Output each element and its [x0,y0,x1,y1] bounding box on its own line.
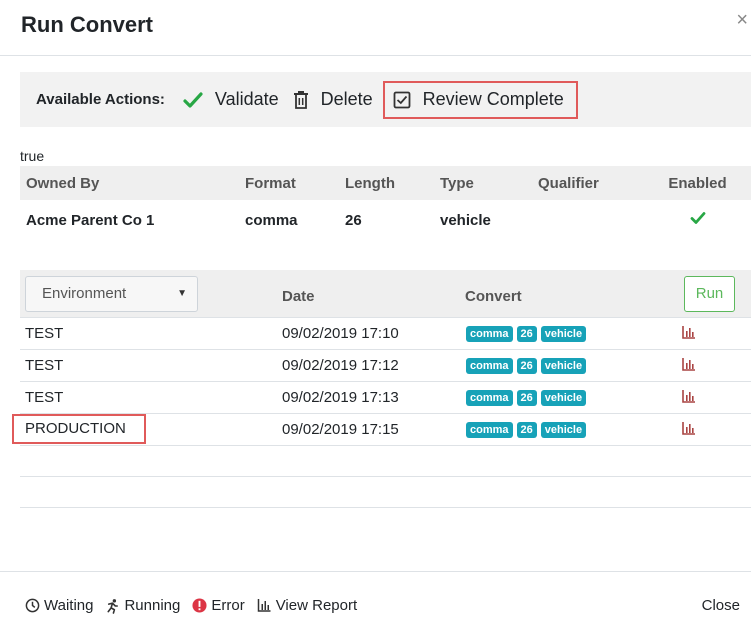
length-cell: 26 [345,211,362,229]
type-cell: vehicle [440,211,491,229]
legend-error-label: Error [211,597,245,614]
running-icon [107,598,119,614]
table-row: Acme Parent Co 1 comma 26 vehicle [20,200,751,240]
actions-label: Available Actions: [36,91,165,108]
date-cell: 09/02/2019 17:10 [282,325,399,342]
env-cell: TEST [25,389,64,406]
format-badge: comma [466,422,513,438]
report-chart-icon[interactable] [682,358,696,375]
length-badge: 26 [516,326,537,342]
report-chart-icon[interactable] [682,390,696,407]
environment-select-value: Environment [42,285,127,302]
status-text: true [20,148,45,164]
convert-badges: comma 26 vehicle [466,326,590,342]
clock-icon [25,598,40,613]
owner-table-header-row: Owned By Format Length Type Qualifier En… [20,166,751,200]
table-row: PRODUCTION 09/02/2019 17:15 comma 26 veh… [12,414,751,446]
legend-error: Error [192,597,245,614]
runs-table-header: Environment ▼ Date Convert Run [20,270,751,318]
actions-bar: Available Actions: Validate Delete Revie [20,72,751,127]
report-chart-icon[interactable] [682,422,696,439]
caret-down-icon: ▼ [177,288,187,299]
format-badge: comma [466,390,513,406]
validate-button[interactable]: Validate [183,89,279,110]
modal-header: Run Convert × [0,0,751,56]
env-cell: TEST [25,325,64,342]
legend-view-report-label: View Report [275,597,358,614]
delete-label: Delete [320,89,373,109]
run-button[interactable]: Run [684,276,735,312]
format-cell: comma [245,211,298,229]
runs-table-body: TEST 09/02/2019 17:10 comma 26 vehicle T… [12,318,751,508]
convert-badges: comma 26 vehicle [466,422,590,438]
owner-table: Owned By Format Length Type Qualifier En… [20,166,751,240]
header-owned-by: Owned By [20,166,239,200]
header-type: Type [434,166,532,200]
convert-badges: comma 26 vehicle [466,390,590,406]
status-legend: Waiting Running Error View Report [25,597,369,614]
date-cell: 09/02/2019 17:12 [282,357,399,374]
length-badge: 26 [516,358,537,374]
legend-running: Running [105,597,180,614]
report-chart-icon[interactable] [682,326,696,343]
length-badge: 26 [516,390,537,406]
checkbox-checked-icon [393,91,411,108]
header-date: Date [282,288,315,305]
error-icon [192,598,207,613]
env-cell: PRODUCTION [12,414,146,444]
table-row: TEST 09/02/2019 17:10 comma 26 vehicle [20,318,751,350]
empty-row [20,477,751,508]
type-badge: vehicle [540,358,587,374]
type-badge: vehicle [540,422,587,438]
review-complete-label: Review Complete [422,89,564,109]
env-cell: TEST [25,357,64,374]
close-icon[interactable]: × [736,10,748,30]
format-badge: comma [466,358,513,374]
environment-select[interactable]: Environment ▼ [25,276,198,312]
run-convert-modal: Run Convert × Available Actions: Validat… [0,0,751,635]
header-qualifier: Qualifier [532,166,644,200]
table-row: TEST 09/02/2019 17:13 comma 26 vehicle [20,382,751,414]
table-row: TEST 09/02/2019 17:12 comma 26 vehicle [20,350,751,382]
length-badge: 26 [516,422,537,438]
convert-badges: comma 26 vehicle [466,358,590,374]
check-icon [690,212,705,224]
trash-icon [293,90,308,109]
empty-row [20,446,751,477]
report-chart-icon [257,599,271,612]
header-length: Length [339,166,434,200]
qualifier-cell [532,200,644,240]
type-badge: vehicle [540,390,587,406]
header-enabled: Enabled [644,166,751,200]
legend-waiting: Waiting [25,597,93,614]
close-button[interactable]: Close [702,597,740,614]
format-badge: comma [466,326,513,342]
date-cell: 09/02/2019 17:13 [282,389,399,406]
review-complete-button[interactable]: Review Complete [382,80,578,119]
owned-by-cell: Acme Parent Co 1 [26,211,155,229]
legend-running-label: Running [124,597,181,614]
header-format: Format [239,166,339,200]
modal-footer: Waiting Running Error View Report Close [0,571,751,635]
date-cell: 09/02/2019 17:15 [282,421,399,438]
validate-label: Validate [214,89,279,109]
enabled-cell [644,200,751,240]
delete-button[interactable]: Delete [293,89,373,110]
header-convert: Convert [465,288,522,305]
legend-waiting-label: Waiting [44,597,94,614]
legend-view-report: View Report [257,597,357,614]
type-badge: vehicle [540,326,587,342]
modal-title: Run Convert [21,12,153,37]
check-icon [183,91,203,108]
